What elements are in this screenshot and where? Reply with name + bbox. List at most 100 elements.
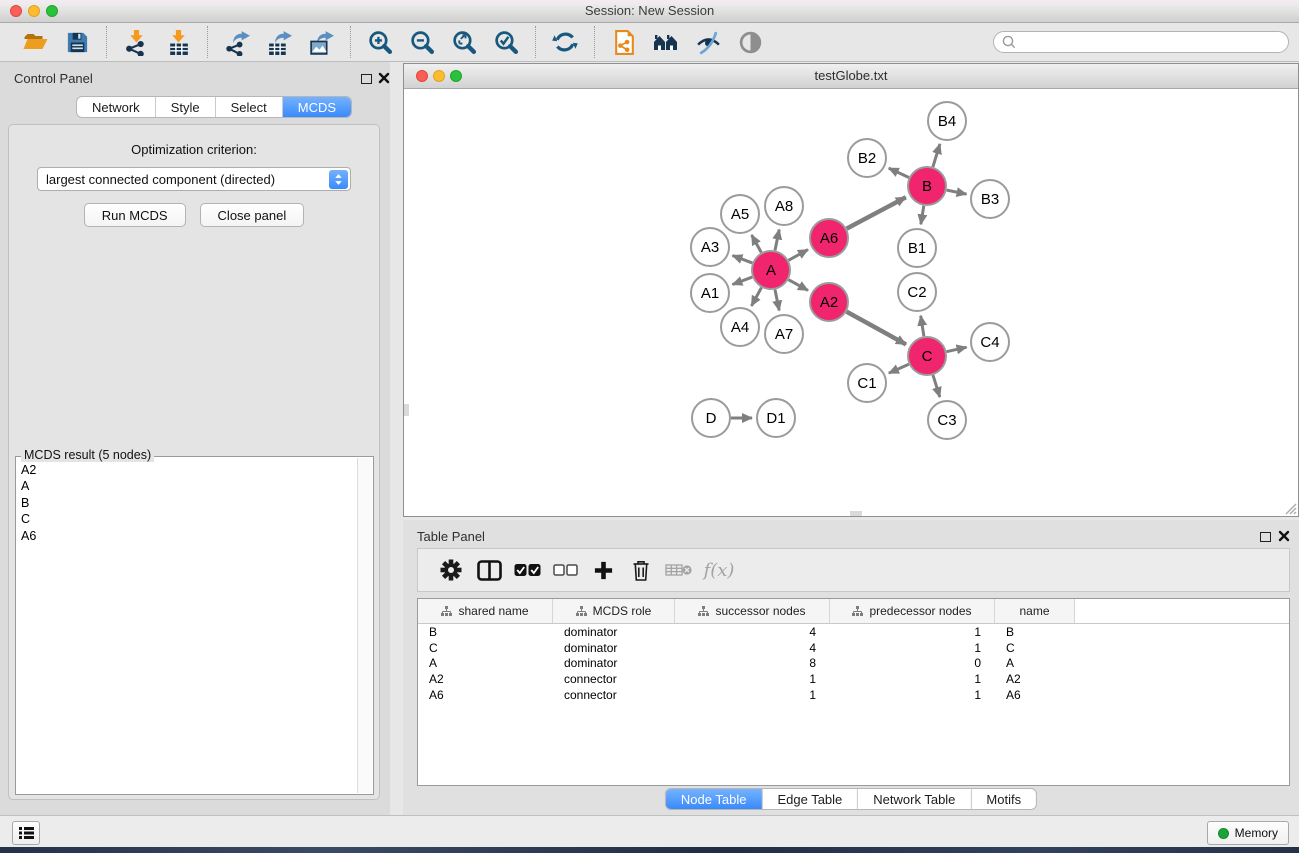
table-cell[interactable]: B [995, 625, 1075, 639]
tab-select[interactable]: Select [216, 97, 283, 117]
node-D[interactable]: D [692, 399, 730, 437]
select-all-button[interactable] [508, 551, 546, 589]
tab-style[interactable]: Style [156, 97, 216, 117]
table-cell[interactable]: B [418, 625, 553, 639]
criterion-select[interactable]: largest connected component (directed) [37, 167, 351, 191]
node-A1[interactable]: A1 [691, 274, 729, 312]
table-cell[interactable]: 1 [830, 688, 995, 702]
node-A2[interactable]: A2 [810, 283, 848, 321]
node-B4[interactable]: B4 [928, 102, 966, 140]
list-item[interactable]: B [21, 495, 357, 511]
node-C3[interactable]: C3 [928, 401, 966, 439]
table-cell[interactable]: 0 [830, 656, 995, 670]
select-stepper[interactable] [329, 170, 348, 189]
tab-motifs[interactable]: Motifs [971, 789, 1036, 809]
column-header-MCDS-role[interactable]: MCDS role [553, 599, 675, 623]
list-item[interactable]: A [21, 478, 357, 494]
table-cell[interactable]: A [418, 656, 553, 670]
node-A8[interactable]: A8 [765, 187, 803, 225]
export-table-button[interactable] [261, 25, 297, 59]
table-cell[interactable]: 4 [675, 641, 830, 655]
table-row[interactable]: A6connector11A6 [418, 687, 1289, 703]
float-panel-button[interactable] [361, 74, 372, 84]
table-row[interactable]: Cdominator41C [418, 640, 1289, 656]
delete-column-button[interactable] [622, 551, 660, 589]
network-edge[interactable] [752, 235, 762, 253]
node-A7[interactable]: A7 [765, 315, 803, 353]
network-edge[interactable] [732, 277, 752, 284]
network-edge[interactable] [847, 312, 906, 345]
float-table-panel-button[interactable] [1260, 532, 1271, 542]
network-edge[interactable] [947, 347, 967, 351]
node-D1[interactable]: D1 [757, 399, 795, 437]
network-edge[interactable] [789, 280, 808, 291]
table-cell[interactable]: A [995, 656, 1075, 670]
table-cell[interactable]: A2 [995, 672, 1075, 686]
tab-network-table[interactable]: Network Table [858, 789, 971, 809]
node-A5[interactable]: A5 [721, 195, 759, 233]
table-cell[interactable]: A2 [418, 672, 553, 686]
node-B1[interactable]: B1 [898, 229, 936, 267]
table-cell[interactable]: 1 [830, 672, 995, 686]
column-header-successor-nodes[interactable]: successor nodes [675, 599, 830, 623]
column-header-predecessor-nodes[interactable]: predecessor nodes [830, 599, 995, 623]
export-image-button[interactable] [303, 25, 339, 59]
memory-button[interactable]: Memory [1207, 821, 1289, 845]
network-edge[interactable] [933, 144, 940, 167]
search-box[interactable] [993, 31, 1289, 53]
table-cell[interactable]: 1 [830, 641, 995, 655]
table-cell[interactable]: 4 [675, 625, 830, 639]
zoom-in-button[interactable] [362, 25, 398, 59]
close-table-panel-icon[interactable] [1278, 530, 1290, 542]
network-from-selection-button[interactable] [606, 25, 642, 59]
table-cell[interactable]: 1 [675, 688, 830, 702]
add-column-button[interactable] [584, 551, 622, 589]
list-item[interactable]: C [21, 511, 357, 527]
network-edge[interactable] [775, 290, 779, 311]
network-edge[interactable] [933, 375, 940, 397]
table-cell[interactable]: connector [553, 672, 675, 686]
table-settings-button[interactable] [432, 551, 470, 589]
network-edge[interactable] [921, 316, 924, 337]
table-row[interactable]: Bdominator41B [418, 624, 1289, 640]
list-item[interactable]: A2 [21, 462, 357, 478]
table-cell[interactable]: C [418, 641, 553, 655]
table-cell[interactable]: C [995, 641, 1075, 655]
import-table-button[interactable] [160, 25, 196, 59]
column-header-shared-name[interactable]: shared name [418, 599, 553, 623]
function-builder-button[interactable]: f(x) [698, 551, 736, 589]
zoom-fit-button[interactable] [446, 25, 482, 59]
tab-edge-table[interactable]: Edge Table [762, 789, 858, 809]
table-cell[interactable]: 1 [830, 625, 995, 639]
resize-handle[interactable] [1282, 500, 1297, 515]
table-row[interactable]: A2connector11A2 [418, 671, 1289, 687]
close-panel-icon[interactable] [378, 72, 390, 84]
network-edge[interactable] [732, 255, 752, 262]
network-edge[interactable] [775, 230, 779, 251]
node-A3[interactable]: A3 [691, 228, 729, 266]
network-edge[interactable] [921, 206, 924, 225]
column-header-name[interactable]: name [995, 599, 1075, 623]
network-edge[interactable] [847, 197, 906, 228]
save-session-button[interactable] [59, 25, 95, 59]
panel-menu-button[interactable] [12, 821, 40, 845]
first-neighbors-button[interactable] [648, 25, 684, 59]
network-edge[interactable] [947, 190, 967, 194]
table-cell[interactable]: connector [553, 688, 675, 702]
network-edge[interactable] [889, 364, 909, 373]
table-cell[interactable]: 1 [675, 672, 830, 686]
network-edge[interactable] [751, 288, 761, 306]
hide-selected-button[interactable] [690, 25, 726, 59]
node-C4[interactable]: C4 [971, 323, 1009, 361]
network-edge[interactable] [889, 168, 909, 177]
table-cell[interactable]: A6 [418, 688, 553, 702]
node-A[interactable]: A [752, 251, 790, 289]
search-input[interactable] [1021, 33, 1288, 51]
zoom-selected-button[interactable] [488, 25, 524, 59]
close-panel-action-button[interactable]: Close panel [200, 203, 305, 227]
tab-mcds[interactable]: MCDS [283, 97, 351, 117]
table-cell[interactable]: A6 [995, 688, 1075, 702]
run-mcds-button[interactable]: Run MCDS [84, 203, 186, 227]
node-B[interactable]: B [908, 167, 946, 205]
table-cell[interactable]: 8 [675, 656, 830, 670]
